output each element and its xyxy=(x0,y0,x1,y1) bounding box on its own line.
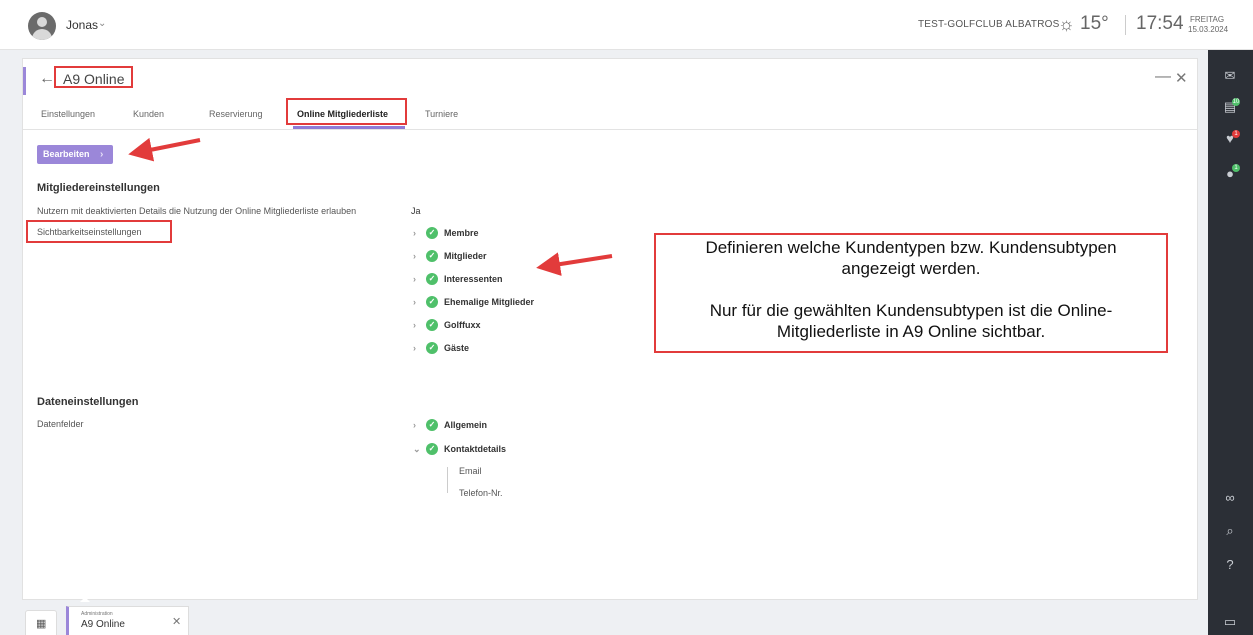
close-icon[interactable]: ✕ xyxy=(172,615,181,628)
check-icon: ✓ xyxy=(426,419,438,431)
tree-item-label: Mitglieder xyxy=(444,251,487,261)
tab-kunden[interactable]: Kunden xyxy=(133,109,164,119)
setting-label: Nutzern mit deaktivierten Details die Nu… xyxy=(37,206,357,216)
chevron-right-icon: › xyxy=(100,149,104,160)
chevron-right-icon[interactable]: › xyxy=(413,295,416,309)
app-grid-button[interactable]: ▦ xyxy=(25,610,57,635)
tree-item-label: Kontaktdetails xyxy=(444,444,507,454)
section-title: Mitgliedereinstellungen xyxy=(37,182,160,194)
search-icon[interactable]: ⌕ xyxy=(1222,523,1238,539)
top-bar: Jonas ⌄ TEST-GOLFCLUB ALBATROS ☼ 15° 17:… xyxy=(0,0,1253,50)
window-icon[interactable]: ▭ xyxy=(1222,614,1238,630)
sub-field: Email xyxy=(459,466,482,476)
chevron-right-icon[interactable]: › xyxy=(413,272,416,286)
callout-line: Nur für die gewählten Kundensubtypen ist… xyxy=(709,301,1113,320)
minimize-icon[interactable]: — xyxy=(1155,68,1171,86)
highlight-box xyxy=(286,98,407,125)
highlight-box xyxy=(54,66,133,88)
tree-item-label: Gäste xyxy=(444,343,470,353)
chevron-down-icon[interactable]: ⌄ xyxy=(98,18,106,29)
callout-line: angezeigt werden. xyxy=(841,259,981,278)
avatar[interactable] xyxy=(28,12,56,40)
check-icon: ✓ xyxy=(426,273,438,285)
callout-line: Mitgliederliste in A9 Online sichtbar. xyxy=(776,322,1046,341)
help-icon[interactable]: ? xyxy=(1222,557,1238,573)
task-tab[interactable]: Administration A9 Online ✕ xyxy=(66,606,189,635)
divider xyxy=(1125,15,1126,35)
edit-button[interactable]: Bearbeiten › xyxy=(37,145,113,164)
user-name[interactable]: Jonas xyxy=(66,18,98,32)
clock-time: 17:54 xyxy=(1136,13,1184,34)
chevron-right-icon[interactable]: › xyxy=(413,249,416,263)
setting-value: Ja xyxy=(411,206,421,216)
weekday: FREITAG xyxy=(1190,15,1225,24)
divider xyxy=(23,129,1197,130)
check-icon: ✓ xyxy=(426,227,438,239)
check-icon: ✓ xyxy=(426,342,438,354)
sun-icon: ☼ xyxy=(1058,14,1075,34)
notification-badge: 10 xyxy=(1232,98,1240,106)
setting-label: Datenfelder xyxy=(37,419,84,429)
taskbar: ▦ Administration A9 Online ✕ xyxy=(0,600,1208,635)
notification-badge: 1 xyxy=(1232,164,1240,172)
sub-field: Telefon-Nr. xyxy=(459,488,503,498)
tab-reservierung[interactable]: Reservierung xyxy=(209,109,263,119)
panel-accent xyxy=(23,67,26,95)
chevron-right-icon[interactable]: › xyxy=(413,418,416,432)
tab-einstellungen[interactable]: Einstellungen xyxy=(41,109,95,119)
tree-item-label: Membre xyxy=(444,228,479,238)
tree-connector xyxy=(447,467,448,493)
chevron-down-icon[interactable]: ⌄ xyxy=(413,442,421,456)
tree-item-label: Golffuxx xyxy=(444,320,481,330)
tab-turniere[interactable]: Turniere xyxy=(425,109,458,119)
back-arrow-icon[interactable]: ← xyxy=(39,70,55,88)
chevron-right-icon[interactable]: › xyxy=(413,226,416,240)
club-name[interactable]: TEST-GOLFCLUB ALBATROS xyxy=(918,19,1059,30)
glasses-icon[interactable]: ∞ xyxy=(1222,490,1238,506)
right-sidebar: ✉ ▤ 10 ♥ 1 ● 1 ∞ ⌕ ? ▭ xyxy=(1208,50,1253,635)
close-icon[interactable]: ✕ xyxy=(1175,69,1188,87)
date: 15.03.2024 xyxy=(1188,25,1229,34)
check-icon: ✓ xyxy=(426,319,438,331)
task-tab-category: Administration xyxy=(81,611,113,617)
chevron-right-icon[interactable]: › xyxy=(413,318,416,332)
section-title: Dateneinstellungen xyxy=(37,396,139,408)
callout-line: Definieren welche Kundentypen bzw. Kunde… xyxy=(705,238,1117,257)
check-icon: ✓ xyxy=(426,250,438,262)
tree-item-label: Ehemalige Mitglieder xyxy=(444,297,535,307)
grid-icon: ▦ xyxy=(36,618,47,630)
tree-item-label: Allgemein xyxy=(444,420,488,430)
check-icon: ✓ xyxy=(426,443,438,455)
tree-item-label: Interessenten xyxy=(444,274,503,284)
temperature: 15° xyxy=(1080,13,1109,34)
highlight-box xyxy=(26,220,172,243)
edit-button-label: Bearbeiten xyxy=(43,149,90,159)
notification-badge: 1 xyxy=(1232,130,1240,138)
task-tab-title: A9 Online xyxy=(81,619,125,630)
check-icon: ✓ xyxy=(426,296,438,308)
chevron-right-icon[interactable]: › xyxy=(413,341,416,355)
mail-icon[interactable]: ✉ xyxy=(1222,68,1238,84)
annotation-callout: Definieren welche Kundentypen bzw. Kunde… xyxy=(654,233,1168,353)
